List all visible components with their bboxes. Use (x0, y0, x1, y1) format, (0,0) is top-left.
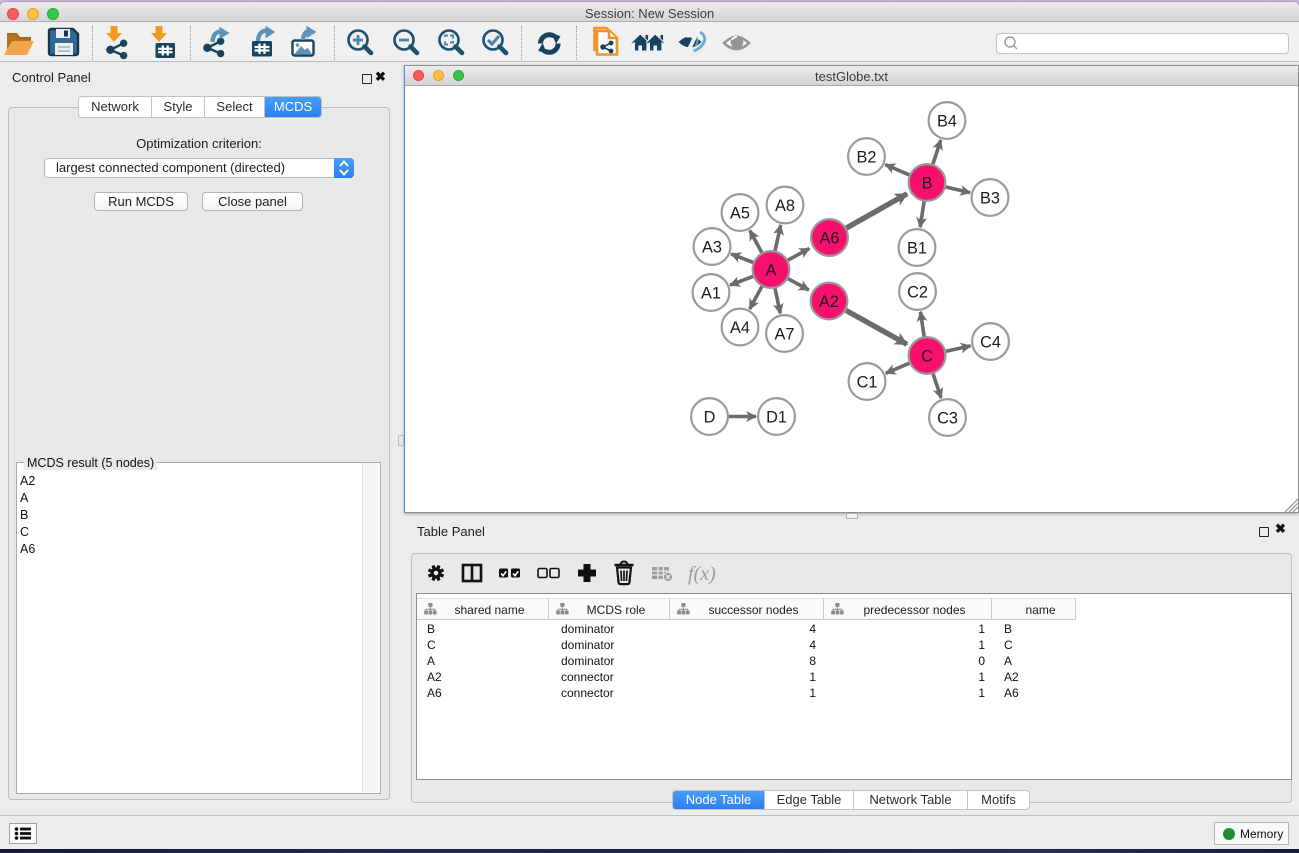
svg-text:B4: B4 (937, 112, 957, 130)
svg-text:C4: C4 (980, 333, 1001, 351)
svg-text:D: D (704, 408, 716, 426)
svg-text:C: C (921, 347, 933, 365)
svg-text:A: A (766, 261, 777, 279)
svg-text:A5: A5 (730, 204, 750, 222)
svg-text:B: B (922, 174, 933, 192)
svg-text:A4: A4 (730, 319, 750, 337)
svg-text:B3: B3 (980, 189, 1000, 207)
svg-text:C2: C2 (907, 283, 928, 301)
svg-text:D1: D1 (766, 408, 787, 426)
svg-text:f(x): f(x) (688, 563, 716, 585)
svg-text:A6: A6 (820, 229, 840, 247)
svg-text:B2: B2 (857, 148, 877, 166)
svg-text:A8: A8 (775, 197, 795, 215)
svg-text:C3: C3 (937, 409, 958, 427)
svg-text:B1: B1 (907, 239, 927, 257)
svg-text:A7: A7 (775, 325, 795, 343)
svg-text:A1: A1 (701, 284, 721, 302)
svg-text:C1: C1 (857, 373, 878, 391)
svg-text:A2: A2 (819, 293, 839, 311)
svg-text:A3: A3 (702, 238, 722, 256)
